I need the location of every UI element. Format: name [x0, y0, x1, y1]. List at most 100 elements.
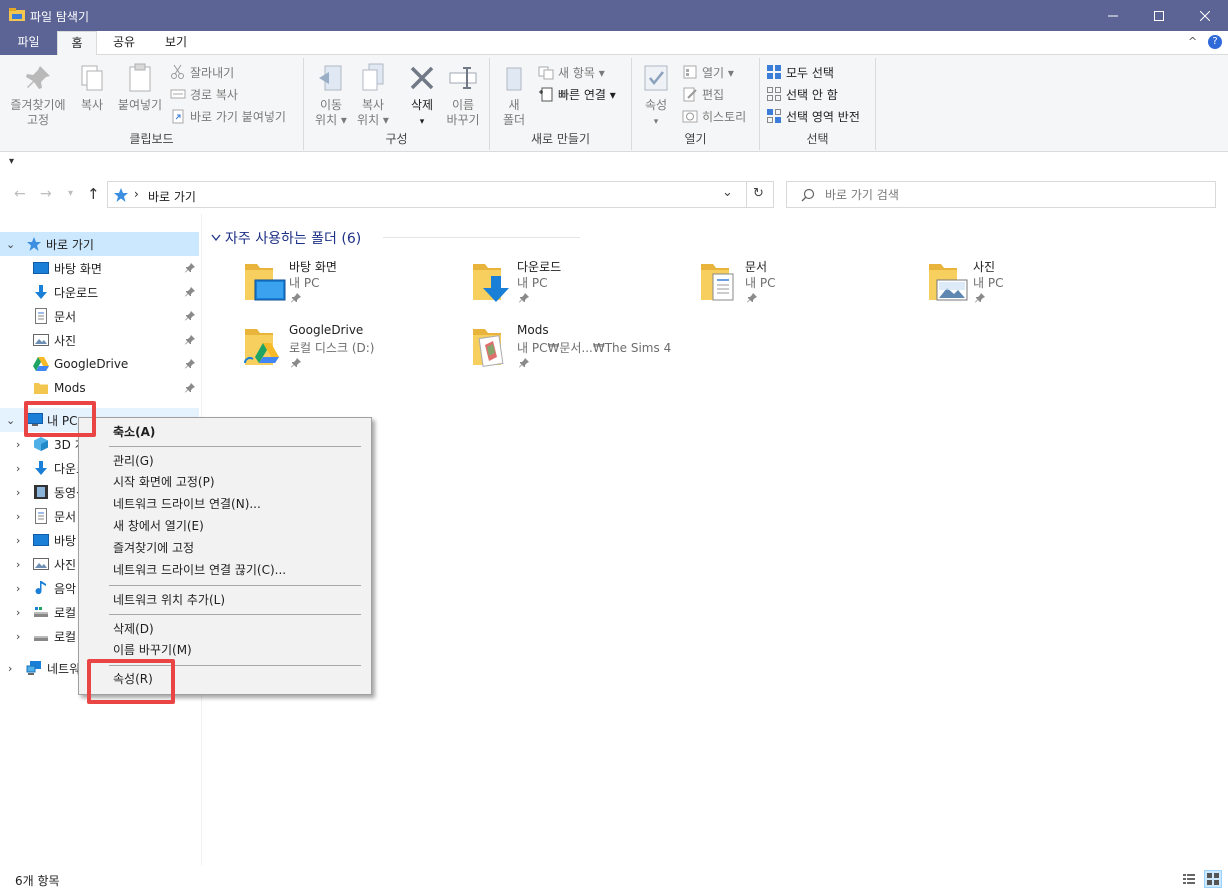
large-icons-view-icon[interactable]	[1204, 870, 1222, 888]
highlight-this-pc	[24, 401, 96, 437]
nav-quick-mods[interactable]: Mods	[0, 376, 199, 400]
properties-button[interactable]: 속성 ▾	[636, 62, 676, 130]
pin-icon[interactable]	[185, 311, 195, 321]
back-button[interactable]: ←	[14, 186, 26, 202]
pin-icon[interactable]	[185, 359, 195, 369]
rename-button[interactable]: 이름 바꾸기	[442, 62, 484, 128]
menu-collapse[interactable]: 축소(A)	[79, 421, 371, 443]
cut-button[interactable]: 잘라내기	[170, 62, 234, 82]
close-icon	[1200, 10, 1210, 21]
minimize-button[interactable]	[1090, 0, 1136, 31]
new-item-icon	[538, 66, 554, 80]
tab-home[interactable]: 홈	[57, 31, 97, 56]
folder-tile-googledrive[interactable]: GoogleDrive 로컬 디스크 (D:)	[243, 323, 467, 383]
menu-open-new-window[interactable]: 새 창에서 열기(E)	[79, 515, 371, 537]
nav-pc-documents-label: 문서	[54, 509, 77, 524]
new-item-button[interactable]: 새 항목 ▾	[538, 62, 605, 82]
collapsed-chevron-icon[interactable]: ›	[16, 606, 20, 619]
refresh-button[interactable]: ↻	[753, 186, 764, 201]
easy-access-button[interactable]: 빠른 연결 ▾	[538, 84, 616, 104]
pin-icon	[26, 66, 50, 89]
move-to-button[interactable]: 이동 위치 ▾	[310, 62, 352, 128]
folder-tile-pictures-path: 내 PC	[973, 276, 1004, 290]
collapsed-chevron-icon[interactable]: ›	[16, 486, 20, 499]
nav-quick-pictures[interactable]: 사진	[0, 328, 199, 352]
pin-label-1: 즐겨찾기에	[10, 98, 66, 112]
menu-manage[interactable]: 관리(G)	[79, 450, 371, 472]
pin-icon[interactable]	[185, 263, 195, 273]
tab-file[interactable]: 파일	[0, 31, 57, 55]
edit-icon	[683, 87, 697, 102]
collapsed-chevron-icon[interactable]: ›	[16, 582, 20, 595]
menu-add-network-location[interactable]: 네트워크 위치 추가(L)	[79, 589, 371, 611]
open-button[interactable]: 열기 ▾	[682, 62, 734, 82]
maximize-button[interactable]	[1136, 0, 1182, 31]
folder-tile-pictures[interactable]: 사진 내 PC	[927, 258, 1151, 318]
recent-locations-button[interactable]: ▾	[68, 188, 73, 199]
close-button[interactable]	[1182, 0, 1228, 31]
select-all-button[interactable]: 모두 선택	[766, 62, 834, 82]
nav-quick-desktop[interactable]: 바탕 화면	[0, 256, 199, 280]
select-none-button[interactable]: 선택 안 함	[766, 84, 838, 104]
move-label-2: 위치 ▾	[315, 113, 347, 127]
collapsed-chevron-icon[interactable]: ›	[16, 510, 20, 523]
folder-tile-desktop[interactable]: 바탕 화면 내 PC	[243, 258, 467, 318]
address-bar[interactable]: › 바로 가기 ⌄ ↻	[107, 181, 774, 208]
qat-dropdown-button[interactable]: ▾	[9, 156, 14, 167]
move-to-icon	[319, 65, 342, 91]
paste-shortcut-button[interactable]: 바로 가기 붙여넣기	[170, 106, 286, 126]
address-path[interactable]: 바로 가기	[148, 188, 196, 205]
delete-button[interactable]: 삭제 ▾	[402, 62, 442, 130]
network-icon	[26, 661, 41, 675]
folder-tile-documents[interactable]: 문서 내 PC	[699, 258, 923, 318]
google-drive-folder-icon	[244, 329, 279, 365]
menu-pin-to-start[interactable]: 시작 화면에 고정(P)	[79, 471, 371, 493]
search-box[interactable]	[786, 181, 1216, 208]
menu-delete[interactable]: 삭제(D)	[79, 618, 371, 640]
menu-map-network-drive[interactable]: 네트워크 드라이브 연결(N)...	[79, 493, 371, 515]
nav-quick-access[interactable]: ⌄ 바로 가기	[0, 232, 199, 256]
copy-to-button[interactable]: 복사 위치 ▾	[352, 62, 394, 128]
pin-icon[interactable]	[185, 383, 195, 393]
chevron-down-icon	[211, 234, 221, 242]
paste-button[interactable]: 붙여넣기	[114, 62, 166, 113]
expand-chevron-icon[interactable]: ⌄	[6, 238, 15, 251]
edit-button[interactable]: 편집	[682, 84, 724, 104]
pin-icon[interactable]	[185, 335, 195, 345]
pin-quick-access-button[interactable]: 즐겨찾기에 고정	[6, 62, 70, 128]
menu-pin-quick-access[interactable]: 즐겨찾기에 고정	[79, 537, 371, 559]
collapsed-chevron-icon[interactable]: ›	[16, 630, 20, 643]
invert-selection-button[interactable]: 선택 영역 반전	[766, 106, 860, 126]
select-none-icon	[767, 87, 781, 101]
tab-view[interactable]: 보기	[154, 31, 198, 55]
collapsed-chevron-icon[interactable]: ›	[16, 438, 20, 451]
ribbon-collapse-button[interactable]: ^	[1188, 35, 1197, 48]
delete-label-2: ▾	[419, 117, 425, 127]
forward-button[interactable]: →	[40, 186, 52, 202]
details-view-icon[interactable]	[1182, 872, 1196, 886]
address-dropdown-button[interactable]: ⌄	[722, 185, 733, 200]
nav-quick-googledrive[interactable]: GoogleDrive	[0, 352, 199, 376]
copy-path-button[interactable]: 경로 복사	[170, 84, 238, 104]
tab-share[interactable]: 공유	[102, 31, 146, 55]
pin-icon[interactable]	[185, 287, 195, 297]
expand-chevron-icon[interactable]: ⌄	[6, 414, 15, 427]
history-button[interactable]: 히스토리	[682, 106, 746, 126]
menu-rename[interactable]: 이름 바꾸기(M)	[79, 639, 371, 661]
help-button[interactable]: ?	[1208, 35, 1222, 49]
document-icon	[35, 508, 47, 524]
copy-button[interactable]: 복사	[74, 62, 110, 113]
nav-quick-downloads[interactable]: 다운로드	[0, 280, 199, 304]
new-folder-button[interactable]: 새 폴더	[496, 62, 532, 128]
collapsed-chevron-icon[interactable]: ›	[16, 462, 20, 475]
search-input[interactable]	[825, 185, 1205, 204]
up-button[interactable]: ↑	[87, 185, 100, 203]
frequent-folders-header[interactable]: 자주 사용하는 폴더 (6)	[211, 228, 361, 248]
folder-tile-downloads[interactable]: 다운로드 내 PC	[471, 258, 695, 318]
collapsed-chevron-icon[interactable]: ›	[16, 558, 20, 571]
collapsed-chevron-icon[interactable]: ›	[8, 662, 12, 675]
collapsed-chevron-icon[interactable]: ›	[16, 534, 20, 547]
menu-disconnect-network-drive[interactable]: 네트워크 드라이브 연결 끊기(C)...	[79, 559, 371, 581]
nav-quick-documents[interactable]: 문서	[0, 304, 199, 328]
folder-tile-mods[interactable]: Mods 내 PC₩문서...₩The Sims 4	[471, 323, 695, 383]
